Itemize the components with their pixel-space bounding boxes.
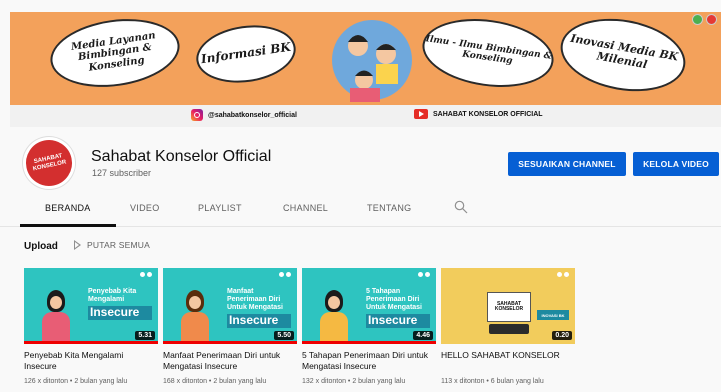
channel-link-icon[interactable] — [706, 14, 717, 25]
thumbnail-dots — [279, 272, 291, 277]
thumbnail-figure — [32, 284, 80, 344]
video-duration: 0.20 — [552, 331, 572, 340]
instagram-icon — [191, 109, 203, 121]
thumbnail-board: SAHABAT KONSELOR — [487, 292, 531, 322]
thumbnail-dots — [140, 272, 152, 277]
play-icon — [74, 240, 81, 250]
video-duration: 5.50 — [274, 331, 294, 340]
channel-page: Media Layanan Bimbingan & Konseling Info… — [0, 0, 721, 392]
video-thumbnail[interactable]: Manfaat Penerimaan Diri Untuk Mengatasi … — [163, 268, 297, 344]
thumbnail-subtitle: Manfaat Penerimaan Diri Untuk Mengatasi — [227, 288, 284, 312]
video-card[interactable]: Manfaat Penerimaan Diri Untuk Mengatasi … — [163, 268, 297, 385]
thumbnail-badge: INOVASI BK — [537, 310, 569, 320]
watch-progress-bar — [302, 341, 436, 344]
video-card[interactable]: SAHABAT KONSELOR INOVASI BK 0.20 HELLO S… — [441, 268, 575, 385]
instagram-link[interactable]: @sahabatkonselor_official — [191, 109, 297, 121]
watch-progress-bar — [163, 341, 297, 344]
subscriber-count: 127 subscriber — [92, 168, 152, 178]
channel-name: Sahabat Konselor Official — [91, 148, 272, 165]
thumbnail-headline: Insecure — [227, 313, 291, 328]
video-meta: 126 x ditonton • 2 bulan yang lalu — [24, 378, 128, 385]
video-card[interactable]: 5 Tahapan Penerimaan Diri Untuk Mengatas… — [302, 268, 436, 385]
watch-progress-bar — [24, 341, 158, 344]
tab-about[interactable]: TENTANG — [367, 203, 411, 213]
channel-banner: Media Layanan Bimbingan & Konseling Info… — [10, 12, 721, 105]
video-meta: 132 x ditonton • 2 bulan yang lalu — [302, 378, 406, 385]
youtube-link[interactable]: SAHABAT KONSELOR OFFICIAL — [414, 109, 543, 119]
tab-videos[interactable]: VIDEO — [130, 203, 160, 213]
video-title[interactable]: Manfaat Penerimaan Diri untuk Mengatasi … — [163, 350, 297, 374]
thumbnail-figure — [171, 284, 219, 344]
thumbnail-subtitle: Penyebab Kita Mengalami — [88, 288, 137, 304]
channel-tabs: BERANDA VIDEO PLAYLIST CHANNEL TENTANG — [0, 192, 721, 227]
banner-bubble-innovation: Inovasi Media BK Milenial — [554, 12, 692, 101]
banner-corner-icons — [692, 14, 717, 25]
youtube-channel-label: SAHABAT KONSELOR OFFICIAL — [433, 110, 543, 118]
avatar[interactable]: SAHABAT KONSELOR — [18, 132, 80, 194]
manage-videos-button[interactable]: KELOLA VIDEO — [633, 152, 719, 176]
thumbnail-text: Penyebab Kita Mengalami Insecure — [88, 288, 152, 320]
video-thumbnail[interactable]: 5 Tahapan Penerimaan Diri Untuk Mengatas… — [302, 268, 436, 344]
video-meta: 113 x ditonton • 6 bulan yang lalu — [441, 378, 544, 385]
video-title[interactable]: 5 Tahapan Penerimaan Diri untuk Mengatas… — [302, 350, 436, 374]
tab-channels[interactable]: CHANNEL — [283, 203, 328, 213]
thumbnail-figure — [310, 284, 358, 344]
video-title[interactable]: Penyebab Kita Mengalami Insecure — [24, 350, 158, 374]
thumbnail-dots — [418, 272, 430, 277]
uploads-title[interactable]: Upload — [24, 241, 58, 252]
youtube-icon — [414, 109, 428, 119]
banner-social-bar: @sahabatkonselor_official SAHABAT KONSEL… — [10, 105, 721, 127]
video-meta: 168 x ditonton • 2 bulan yang lalu — [163, 378, 267, 385]
play-all-button[interactable]: PUTAR SEMUA — [74, 240, 150, 250]
banner-bubble-media: Media Layanan Bimbingan & Konseling — [46, 12, 184, 95]
tab-active-indicator — [20, 224, 116, 227]
video-duration: 5.31 — [135, 331, 155, 340]
thumbnail-dots — [557, 272, 569, 277]
avatar-text: SAHABAT KONSELOR — [32, 153, 67, 173]
thumbnail-subtitle: 5 Tahapan Penerimaan Diri Untuk Mengatas… — [366, 288, 423, 312]
customize-channel-button[interactable]: SESUAIKAN CHANNEL — [508, 152, 626, 176]
tab-home[interactable]: BERANDA — [45, 203, 91, 213]
video-thumbnail[interactable]: Penyebab Kita Mengalami Insecure 5.31 — [24, 268, 158, 344]
instagram-handle: @sahabatkonselor_official — [208, 111, 297, 119]
settings-icon[interactable] — [692, 14, 703, 25]
banner-bubble-knowledge: Ilmu - Ilmu Bimbingan & Konseling — [418, 12, 558, 95]
thumbnail-headline: Insecure — [366, 313, 430, 328]
banner-bubble-info: Informasi BK — [192, 19, 300, 89]
banner-people-illustration — [332, 20, 412, 102]
video-title[interactable]: HELLO SAHABAT KONSELOR — [441, 350, 575, 374]
play-all-label: PUTAR SEMUA — [87, 240, 150, 250]
thumbnail-headline: Insecure — [88, 305, 152, 320]
thumbnail-laptop — [489, 324, 529, 334]
video-card[interactable]: Penyebab Kita Mengalami Insecure 5.31 Pe… — [24, 268, 158, 385]
thumbnail-text: 5 Tahapan Penerimaan Diri Untuk Mengatas… — [366, 288, 430, 328]
video-thumbnail[interactable]: SAHABAT KONSELOR INOVASI BK 0.20 — [441, 268, 575, 344]
video-duration: 4.46 — [413, 331, 433, 340]
search-icon[interactable] — [454, 200, 468, 214]
thumbnail-text: Manfaat Penerimaan Diri Untuk Mengatasi … — [227, 288, 291, 328]
tab-playlists[interactable]: PLAYLIST — [198, 203, 242, 213]
